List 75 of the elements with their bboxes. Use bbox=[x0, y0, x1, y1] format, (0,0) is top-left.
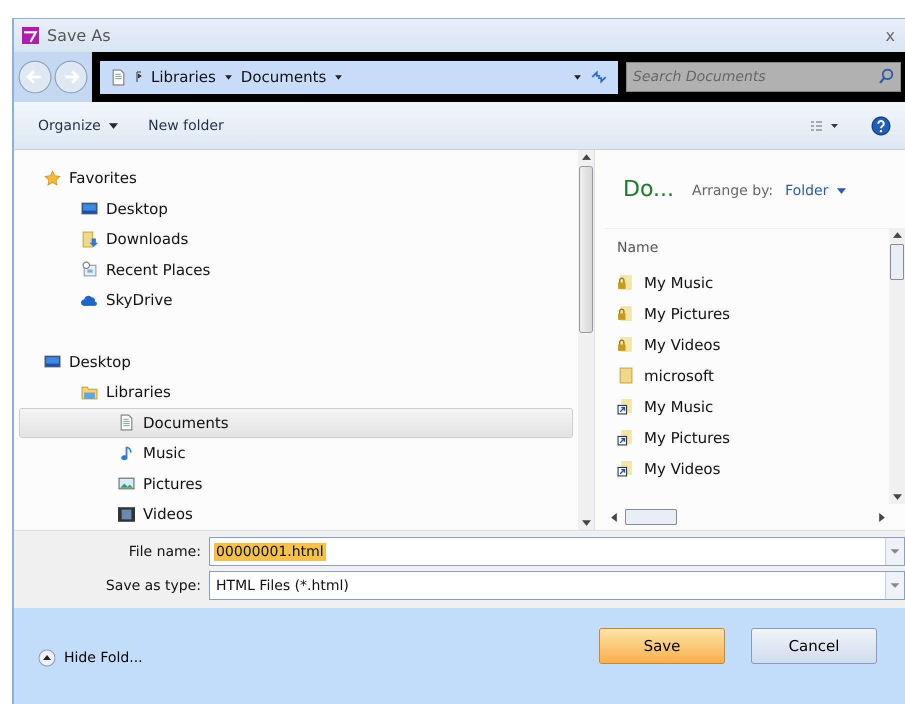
scroll-down-icon[interactable] bbox=[892, 494, 902, 500]
caret-icon bbox=[334, 72, 344, 82]
search-icon bbox=[878, 68, 895, 85]
field-label: Save as type: bbox=[104, 578, 202, 594]
field-label: File name: bbox=[128, 544, 202, 560]
library-folder-icon bbox=[81, 384, 98, 401]
hide-folders-button[interactable]: Hide Fold... bbox=[38, 649, 143, 667]
navigation-item[interactable]: Pictures bbox=[19, 468, 573, 499]
file-item[interactable]: My Music bbox=[605, 391, 889, 422]
monitor-icon bbox=[81, 200, 98, 218]
scroll-thumb[interactable] bbox=[890, 244, 904, 280]
organize-menu[interactable]: Organize bbox=[38, 118, 118, 134]
dialog-button[interactable]: Cancel bbox=[751, 628, 877, 664]
star-icon bbox=[44, 170, 61, 187]
navigation-item[interactable]: Desktop bbox=[19, 194, 573, 224]
file-item[interactable]: My Videos bbox=[605, 329, 889, 360]
navigation-item[interactable]: Libraries bbox=[19, 377, 573, 408]
new-folder-button[interactable]: New folder bbox=[148, 118, 224, 134]
locked-folder-icon bbox=[617, 305, 634, 322]
scroll-down-icon[interactable] bbox=[582, 520, 590, 526]
monitor-icon bbox=[44, 353, 61, 370]
file-item[interactable]: My Pictures bbox=[605, 422, 889, 453]
close-button[interactable]: x bbox=[882, 26, 899, 45]
app-icon bbox=[20, 27, 41, 44]
caret-icon bbox=[836, 188, 846, 194]
scroll-up-icon[interactable] bbox=[892, 232, 902, 238]
file-item[interactable]: My Videos bbox=[605, 453, 889, 484]
file-item[interactable]: My Pictures bbox=[605, 298, 889, 329]
arrange-dropdown[interactable]: Folder bbox=[785, 183, 846, 199]
address-bar[interactable]: Libraries Documents bbox=[100, 60, 618, 94]
document-icon bbox=[110, 68, 127, 86]
file-item[interactable]: My Music bbox=[605, 267, 889, 298]
navigation-item[interactable]: Recent Places bbox=[19, 254, 573, 285]
breadcrumb[interactable]: Libraries bbox=[151, 68, 216, 86]
combo-field[interactable]: HTML Files (*.html) bbox=[209, 571, 905, 600]
download-folder-icon bbox=[81, 230, 98, 248]
navigation-item[interactable]: Downloads bbox=[19, 224, 573, 254]
scroll-up-icon[interactable] bbox=[582, 154, 590, 160]
help-icon[interactable] bbox=[871, 116, 891, 136]
shortcut-icon bbox=[617, 460, 634, 477]
scroll-right-icon[interactable] bbox=[879, 512, 885, 522]
dialog-button[interactable]: Save bbox=[599, 628, 725, 664]
shortcut-icon bbox=[617, 398, 634, 415]
collapse-icon bbox=[38, 649, 56, 667]
navigation-item[interactable]: Desktop bbox=[19, 346, 573, 377]
back-button[interactable] bbox=[18, 60, 52, 94]
view-options-icon[interactable] bbox=[809, 120, 841, 132]
caret-icon[interactable] bbox=[573, 72, 582, 82]
scrollbar[interactable] bbox=[578, 150, 594, 530]
navigation-item[interactable]: Music bbox=[19, 438, 573, 468]
scrollbar[interactable] bbox=[889, 228, 905, 504]
folder-icon bbox=[617, 367, 634, 384]
navigation-item[interactable]: SkyDrive bbox=[19, 285, 573, 316]
locked-folder-icon bbox=[617, 336, 634, 353]
window-title: Save As bbox=[47, 26, 111, 45]
scroll-thumb[interactable] bbox=[579, 166, 593, 333]
navigation-item[interactable]: Documents bbox=[19, 408, 573, 438]
search-field[interactable]: Search Documents bbox=[626, 62, 901, 92]
document-icon bbox=[118, 414, 135, 432]
navigation-item[interactable]: Videos bbox=[19, 499, 573, 530]
shortcut-icon bbox=[617, 429, 634, 446]
recent-places-icon bbox=[81, 261, 98, 278]
picture-icon bbox=[118, 475, 135, 492]
forward-button[interactable] bbox=[54, 60, 88, 94]
library-title: Do... bbox=[623, 176, 674, 202]
scroll-left-icon[interactable] bbox=[611, 512, 617, 522]
navigation-item[interactable]: Favorites bbox=[19, 163, 573, 194]
caret-icon bbox=[224, 72, 233, 82]
caret-icon bbox=[109, 122, 118, 129]
breadcrumb[interactable]: Documents bbox=[240, 68, 326, 86]
combo-field[interactable]: 00000001.html bbox=[209, 537, 905, 566]
arrange-label: Arrange by: bbox=[692, 183, 774, 199]
locked-folder-icon bbox=[617, 274, 634, 291]
file-item[interactable]: microsoft bbox=[605, 360, 889, 391]
scroll-thumb[interactable] bbox=[625, 509, 677, 525]
